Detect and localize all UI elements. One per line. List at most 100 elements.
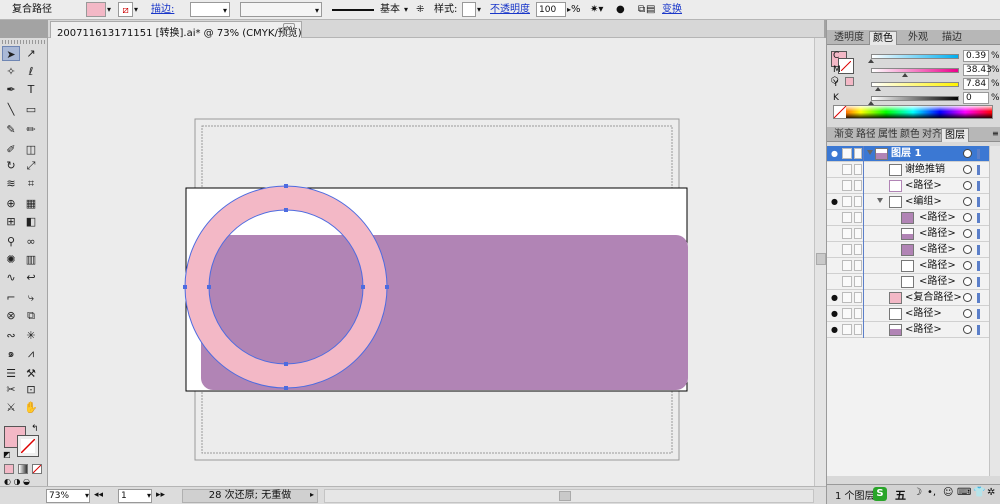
channel-value-field[interactable]: 0.39 <box>963 50 989 62</box>
perspective-grid-tool-icon[interactable]: ▦ <box>22 196 40 211</box>
template-toggle[interactable] <box>854 164 862 175</box>
style-dropdown-icon[interactable]: ▾ <box>477 2 481 17</box>
blend-tool-icon[interactable]: ∞ <box>22 234 40 249</box>
magic-wand-tool-icon[interactable]: ✧ <box>2 64 20 79</box>
visibility-eye-icon[interactable] <box>830 213 839 222</box>
target-circle-icon[interactable] <box>963 165 972 174</box>
lock-toggle[interactable] <box>842 228 852 239</box>
layer-row-selected[interactable]: ● 图层 1 <box>827 146 1000 162</box>
visibility-eye-icon[interactable] <box>830 277 839 286</box>
template-toggle[interactable] <box>854 276 862 287</box>
channel-slider-knob[interactable] <box>874 87 881 91</box>
visibility-eye-icon[interactable] <box>830 165 839 174</box>
visibility-eye-icon[interactable]: ● <box>830 197 839 206</box>
visibility-eye-icon[interactable]: ● <box>830 149 839 158</box>
opacity-label[interactable]: 不透明度 <box>490 2 530 17</box>
stroke-swatch[interactable] <box>17 435 39 457</box>
layers-tab-3[interactable]: 颜色 <box>897 128 919 142</box>
selection-indicator[interactable] <box>977 181 980 191</box>
lock-toggle[interactable] <box>842 212 852 223</box>
template-toggle[interactable] <box>854 148 862 159</box>
layer-row[interactable]: <路径> <box>827 210 1000 226</box>
warp-tool-icon[interactable]: ≋ <box>2 176 20 191</box>
punctuation-icon[interactable]: •, <box>927 487 936 498</box>
template-toggle[interactable] <box>854 324 862 335</box>
user-icon[interactable]: 👕 <box>973 487 985 498</box>
emoji-icon[interactable]: ☺ <box>943 487 953 498</box>
target-circle-icon[interactable] <box>963 229 972 238</box>
layers-scrollbar[interactable] <box>989 146 1000 476</box>
artboard-tool-icon[interactable]: ⊡ <box>22 382 40 397</box>
layer-row[interactable]: ● <路径> <box>827 322 1000 338</box>
fill-color-swatch[interactable] <box>86 2 106 17</box>
stroke-weight-field[interactable]: ▾ <box>190 2 230 17</box>
rotate-tool-icon[interactable]: ↻ <box>2 158 20 173</box>
template-toggle[interactable] <box>854 180 862 191</box>
scale-tool-icon[interactable]: ⤢ <box>22 158 40 173</box>
graph-tool-icon[interactable]: ▥ <box>22 252 40 267</box>
template-toggle[interactable] <box>854 196 862 207</box>
lock-toggle[interactable] <box>842 308 852 319</box>
arrange-icon[interactable]: ▤ <box>646 2 655 17</box>
stroke-label[interactable]: 描边: <box>151 2 174 17</box>
target-circle-icon[interactable] <box>963 149 972 158</box>
slice-tool-icon[interactable]: ⚒ <box>22 366 40 381</box>
visibility-eye-icon[interactable]: ● <box>830 309 839 318</box>
selection-indicator[interactable] <box>977 277 980 287</box>
selection-indicator[interactable] <box>977 261 980 271</box>
target-circle-icon[interactable] <box>963 261 972 270</box>
gradient-mode-icon[interactable] <box>18 464 28 474</box>
color-tab-3[interactable]: 描边 <box>939 31 965 45</box>
selection-indicator[interactable] <box>977 197 980 207</box>
crystallize-tool-icon[interactable]: ✳ <box>22 328 40 343</box>
target-circle-icon[interactable] <box>963 197 972 206</box>
selection-indicator[interactable] <box>977 229 980 239</box>
type-tool-icon[interactable]: T <box>22 82 40 97</box>
channel-slider[interactable] <box>871 96 959 101</box>
mesh-tool-icon[interactable]: ⊞ <box>2 214 20 229</box>
channel-slider[interactable] <box>871 82 959 87</box>
target-circle-icon[interactable] <box>963 245 972 254</box>
transform-link[interactable]: 变换 <box>662 2 682 17</box>
recolor-artwork-icon[interactable]: ✷▾ <box>590 2 603 17</box>
line-tool-icon[interactable]: ╲ <box>2 102 20 117</box>
knife-tool-icon[interactable]: ⚔ <box>2 400 20 415</box>
layer-row[interactable]: ● <路径> <box>827 306 1000 322</box>
visibility-eye-icon[interactable] <box>830 229 839 238</box>
expand-triangle-icon[interactable] <box>867 150 873 155</box>
expand-triangle-icon[interactable] <box>877 198 883 203</box>
color-tab-0[interactable]: 透明度 <box>831 31 867 45</box>
layers-tab-1[interactable]: 路径 <box>853 128 875 142</box>
shape-builder-tool-icon[interactable]: ⊕ <box>2 196 20 211</box>
color-spectrum[interactable] <box>833 105 993 119</box>
eyedropper-tool-icon[interactable]: ⚲ <box>2 234 20 249</box>
layer-row[interactable]: <路径> <box>827 226 1000 242</box>
default-colors-icon[interactable]: ◩ <box>3 450 11 459</box>
visibility-eye-icon[interactable] <box>830 181 839 190</box>
graphic-style-swatch[interactable] <box>462 2 476 17</box>
layer-row[interactable]: <路径> <box>827 258 1000 274</box>
envelope-tool-icon[interactable]: ⧉ <box>22 308 40 323</box>
visibility-eye-icon[interactable]: ● <box>830 293 839 302</box>
next-artboard-icon[interactable]: ▸▸ <box>156 489 165 503</box>
layer-row[interactable]: ● <复合路径> <box>827 290 1000 306</box>
tools-icon[interactable]: ✲ <box>987 487 995 498</box>
channel-slider-knob[interactable] <box>868 59 875 63</box>
channel-value-field[interactable]: 7.84 <box>963 78 989 90</box>
target-circle-icon[interactable] <box>963 213 972 222</box>
gradient-tool-icon[interactable]: ◧ <box>22 214 40 229</box>
lock-toggle[interactable] <box>842 196 852 207</box>
isolate-icon[interactable]: ● <box>616 2 625 17</box>
none-mode-icon[interactable] <box>32 464 42 474</box>
selection-indicator[interactable] <box>977 309 980 319</box>
template-toggle[interactable] <box>854 260 862 271</box>
wave-tool-icon[interactable]: ∾ <box>2 328 20 343</box>
selection-indicator[interactable] <box>977 149 980 159</box>
twirl-tool-icon[interactable]: ๑ <box>2 346 20 361</box>
color-mode-icon[interactable] <box>4 464 14 474</box>
channel-slider[interactable] <box>871 68 959 73</box>
lasso-tool-icon[interactable]: ℓ <box>22 64 40 79</box>
scissors-tool-icon[interactable]: ✂ <box>2 382 20 397</box>
template-toggle[interactable] <box>854 212 862 223</box>
layer-row[interactable]: ● <编组> <box>827 194 1000 210</box>
